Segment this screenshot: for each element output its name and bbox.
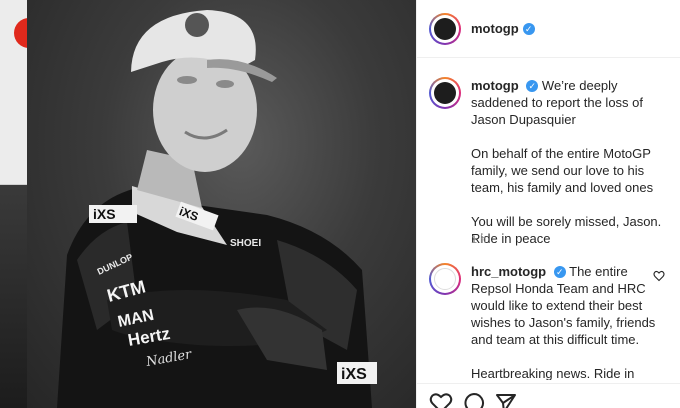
heart-icon[interactable] bbox=[429, 392, 453, 408]
comment-line-2: Heartbreaking news. Ride in peace bbox=[471, 366, 635, 380]
caption-username[interactable]: motogp bbox=[471, 78, 519, 93]
rider-portrait: iXS iXS SHOEI DUNLOP KTM MAN Hertz Nadle… bbox=[57, 10, 377, 408]
hrc-logo bbox=[434, 268, 456, 290]
logo-shoei: SHOEI bbox=[230, 238, 261, 249]
post-caption: motogp ✓ We’re deeply saddened to report… bbox=[429, 77, 669, 264]
caption-line-3: You will be sorely missed, Jason. Ride i… bbox=[471, 214, 662, 246]
comment-icon[interactable] bbox=[463, 392, 485, 408]
avatar[interactable] bbox=[429, 263, 461, 295]
avatar[interactable] bbox=[429, 77, 461, 109]
comment-heart-icon[interactable] bbox=[653, 270, 665, 282]
verified-badge-icon: ✓ bbox=[526, 80, 539, 92]
logo-ixs-1: iXS bbox=[93, 206, 116, 222]
comment-item: hrc_motogp ✓ The entire Repsol Honda Tea… bbox=[429, 263, 669, 380]
post-header: motogp ✓ bbox=[417, 0, 680, 58]
comments-list[interactable]: motogp ✓ We’re deeply saddened to report… bbox=[417, 59, 680, 380]
post-photo[interactable]: iXS iXS SHOEI DUNLOP KTM MAN Hertz Nadle… bbox=[27, 0, 416, 408]
post-side-panel: motogp ✓ motogp ✓ We’re deeply saddened … bbox=[416, 0, 680, 408]
logo-ixs-3: iXS bbox=[341, 366, 367, 383]
background-photo bbox=[0, 185, 27, 408]
post-timestamp[interactable]: 1 h bbox=[471, 234, 486, 246]
comment-username[interactable]: hrc_motogp bbox=[471, 264, 546, 279]
motogp-logo bbox=[434, 17, 456, 40]
post-action-bar bbox=[417, 383, 680, 408]
avatar[interactable] bbox=[429, 12, 461, 45]
post-author-username[interactable]: motogp bbox=[471, 21, 519, 36]
share-icon[interactable] bbox=[495, 392, 517, 408]
background-red-badge bbox=[14, 18, 27, 48]
verified-badge-icon: ✓ bbox=[522, 22, 535, 35]
feed-background-strip bbox=[0, 0, 27, 408]
verified-badge-icon: ✓ bbox=[553, 266, 566, 278]
motogp-logo bbox=[434, 82, 456, 104]
caption-line-2: On behalf of the entire MotoGP family, w… bbox=[471, 146, 654, 195]
